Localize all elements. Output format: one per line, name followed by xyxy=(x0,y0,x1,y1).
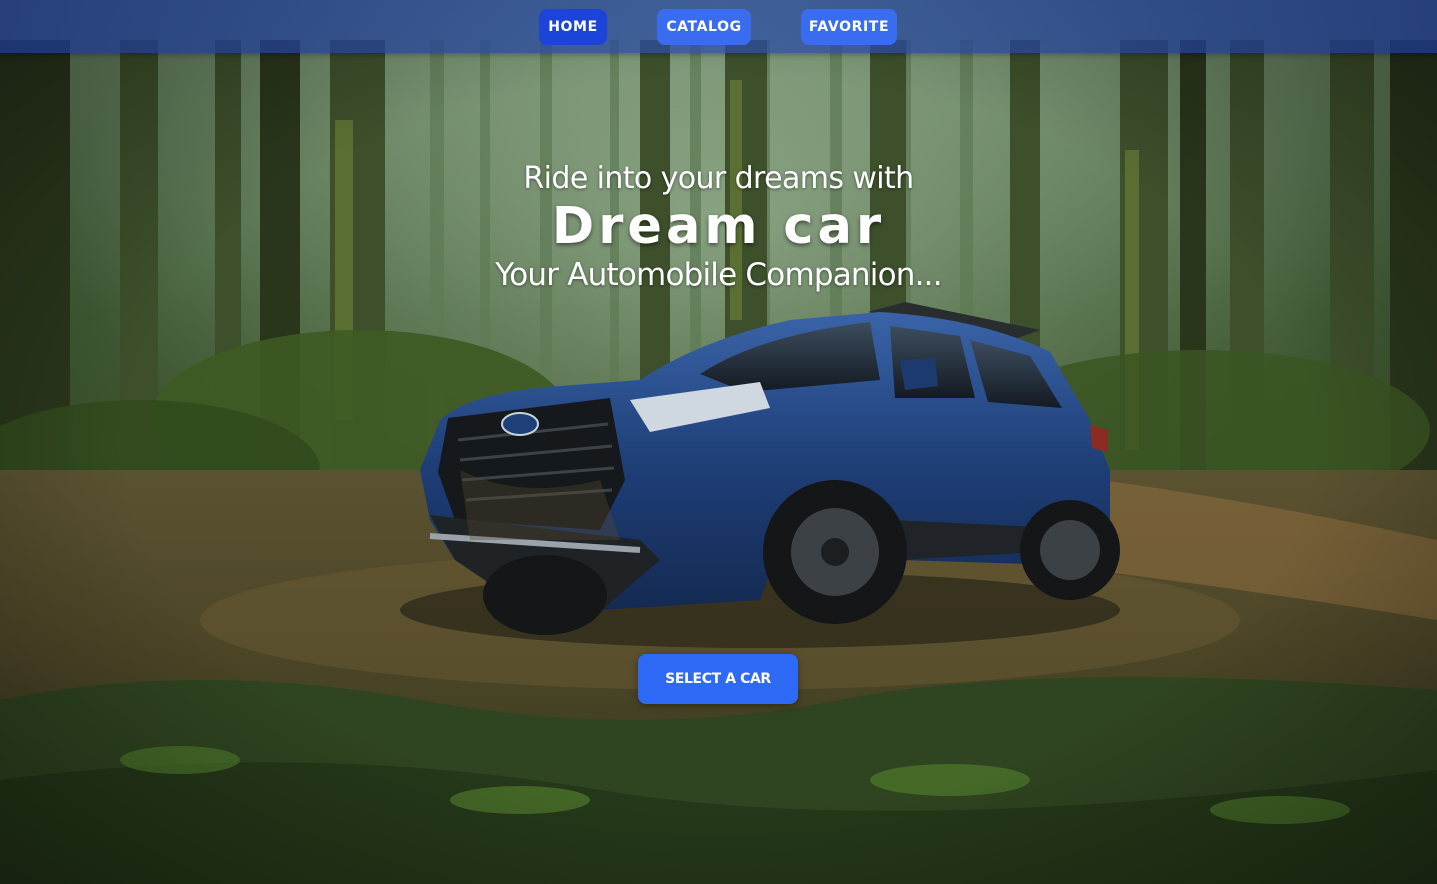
hero-title: Dream car xyxy=(551,197,886,256)
nav-home-button[interactable]: HOME xyxy=(539,9,607,45)
top-navigation-bar: HOME CATALOG FAVORITE xyxy=(0,0,1437,53)
hero-background-image xyxy=(0,0,1437,884)
select-a-car-button[interactable]: SELECT A CAR xyxy=(638,654,798,704)
hero-tagline: Ride into your dreams with xyxy=(523,161,914,196)
home-page: HOME CATALOG FAVORITE Ride into your dre… xyxy=(0,0,1437,884)
nav-favorite-button[interactable]: FAVORITE xyxy=(801,9,897,45)
hero-subtitle: Your Automobile Companion... xyxy=(495,257,942,293)
nav-catalog-button[interactable]: CATALOG xyxy=(657,9,751,45)
